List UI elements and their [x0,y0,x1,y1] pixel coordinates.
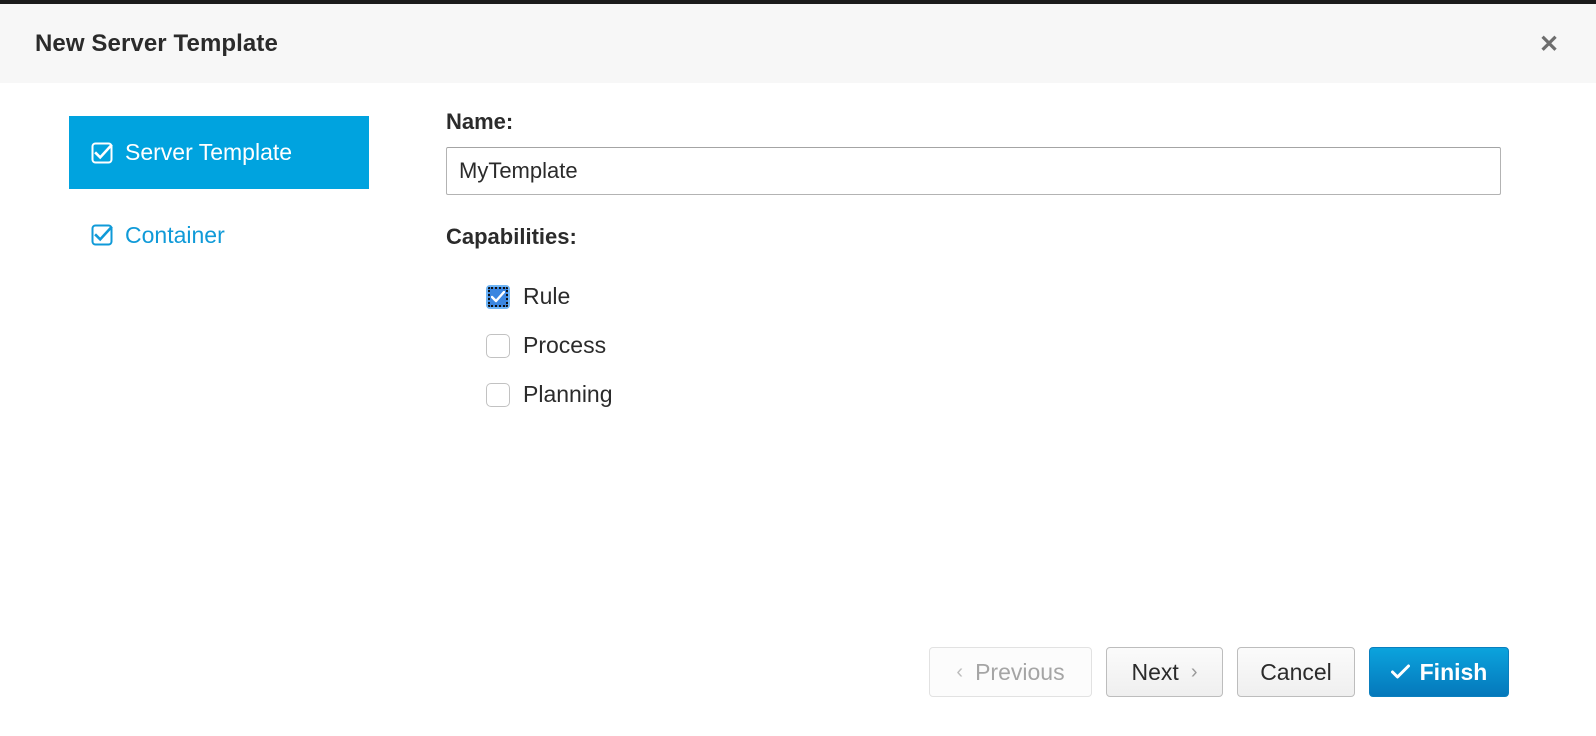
cancel-button-label: Cancel [1260,659,1332,686]
chevron-right-icon: › [1191,661,1198,684]
close-icon[interactable]: ✕ [1535,31,1563,59]
wizard-steps: Server Template Container [69,116,369,261]
dialog-body: Server Template Container Name: Capabili… [0,83,1596,736]
new-server-template-dialog: New Server Template ✕ Server Template [0,0,1596,736]
checkbox-process[interactable] [486,334,510,358]
capabilities-label: Capabilities: [446,224,1501,250]
next-button[interactable]: Next › [1106,647,1223,697]
capability-label: Process [523,332,606,359]
name-input[interactable] [446,147,1501,195]
check-icon [1391,664,1410,680]
chevron-left-icon: ‹ [956,661,963,684]
sidebar-item-container[interactable]: Container [69,209,369,261]
sidebar-item-label: Container [125,222,225,249]
capability-label: Rule [523,283,570,310]
finish-button-label: Finish [1420,659,1488,686]
previous-button-label: Previous [975,659,1064,686]
next-button-label: Next [1132,659,1179,686]
capability-row-planning[interactable]: Planning [486,370,1501,419]
dialog-header: New Server Template ✕ [0,4,1596,83]
dialog-footer: ‹ Previous Next › Cancel Finish [0,647,1596,697]
dialog-title: New Server Template [35,30,278,58]
capability-row-process[interactable]: Process [486,321,1501,370]
checked-box-icon [91,142,113,164]
checkbox-planning[interactable] [486,383,510,407]
finish-button[interactable]: Finish [1369,647,1509,697]
template-form: Name: Capabilities: Rule [446,109,1501,419]
cancel-button[interactable]: Cancel [1237,647,1355,697]
capability-row-rule[interactable]: Rule [486,272,1501,321]
previous-button[interactable]: ‹ Previous [929,647,1092,697]
checked-box-icon [91,224,113,246]
sidebar-item-server-template[interactable]: Server Template [69,116,369,189]
name-label: Name: [446,109,1501,135]
capabilities-list: Rule Process Planning [486,272,1501,419]
checkbox-rule[interactable] [486,285,510,309]
sidebar-item-label: Server Template [125,139,292,166]
capability-label: Planning [523,381,613,408]
